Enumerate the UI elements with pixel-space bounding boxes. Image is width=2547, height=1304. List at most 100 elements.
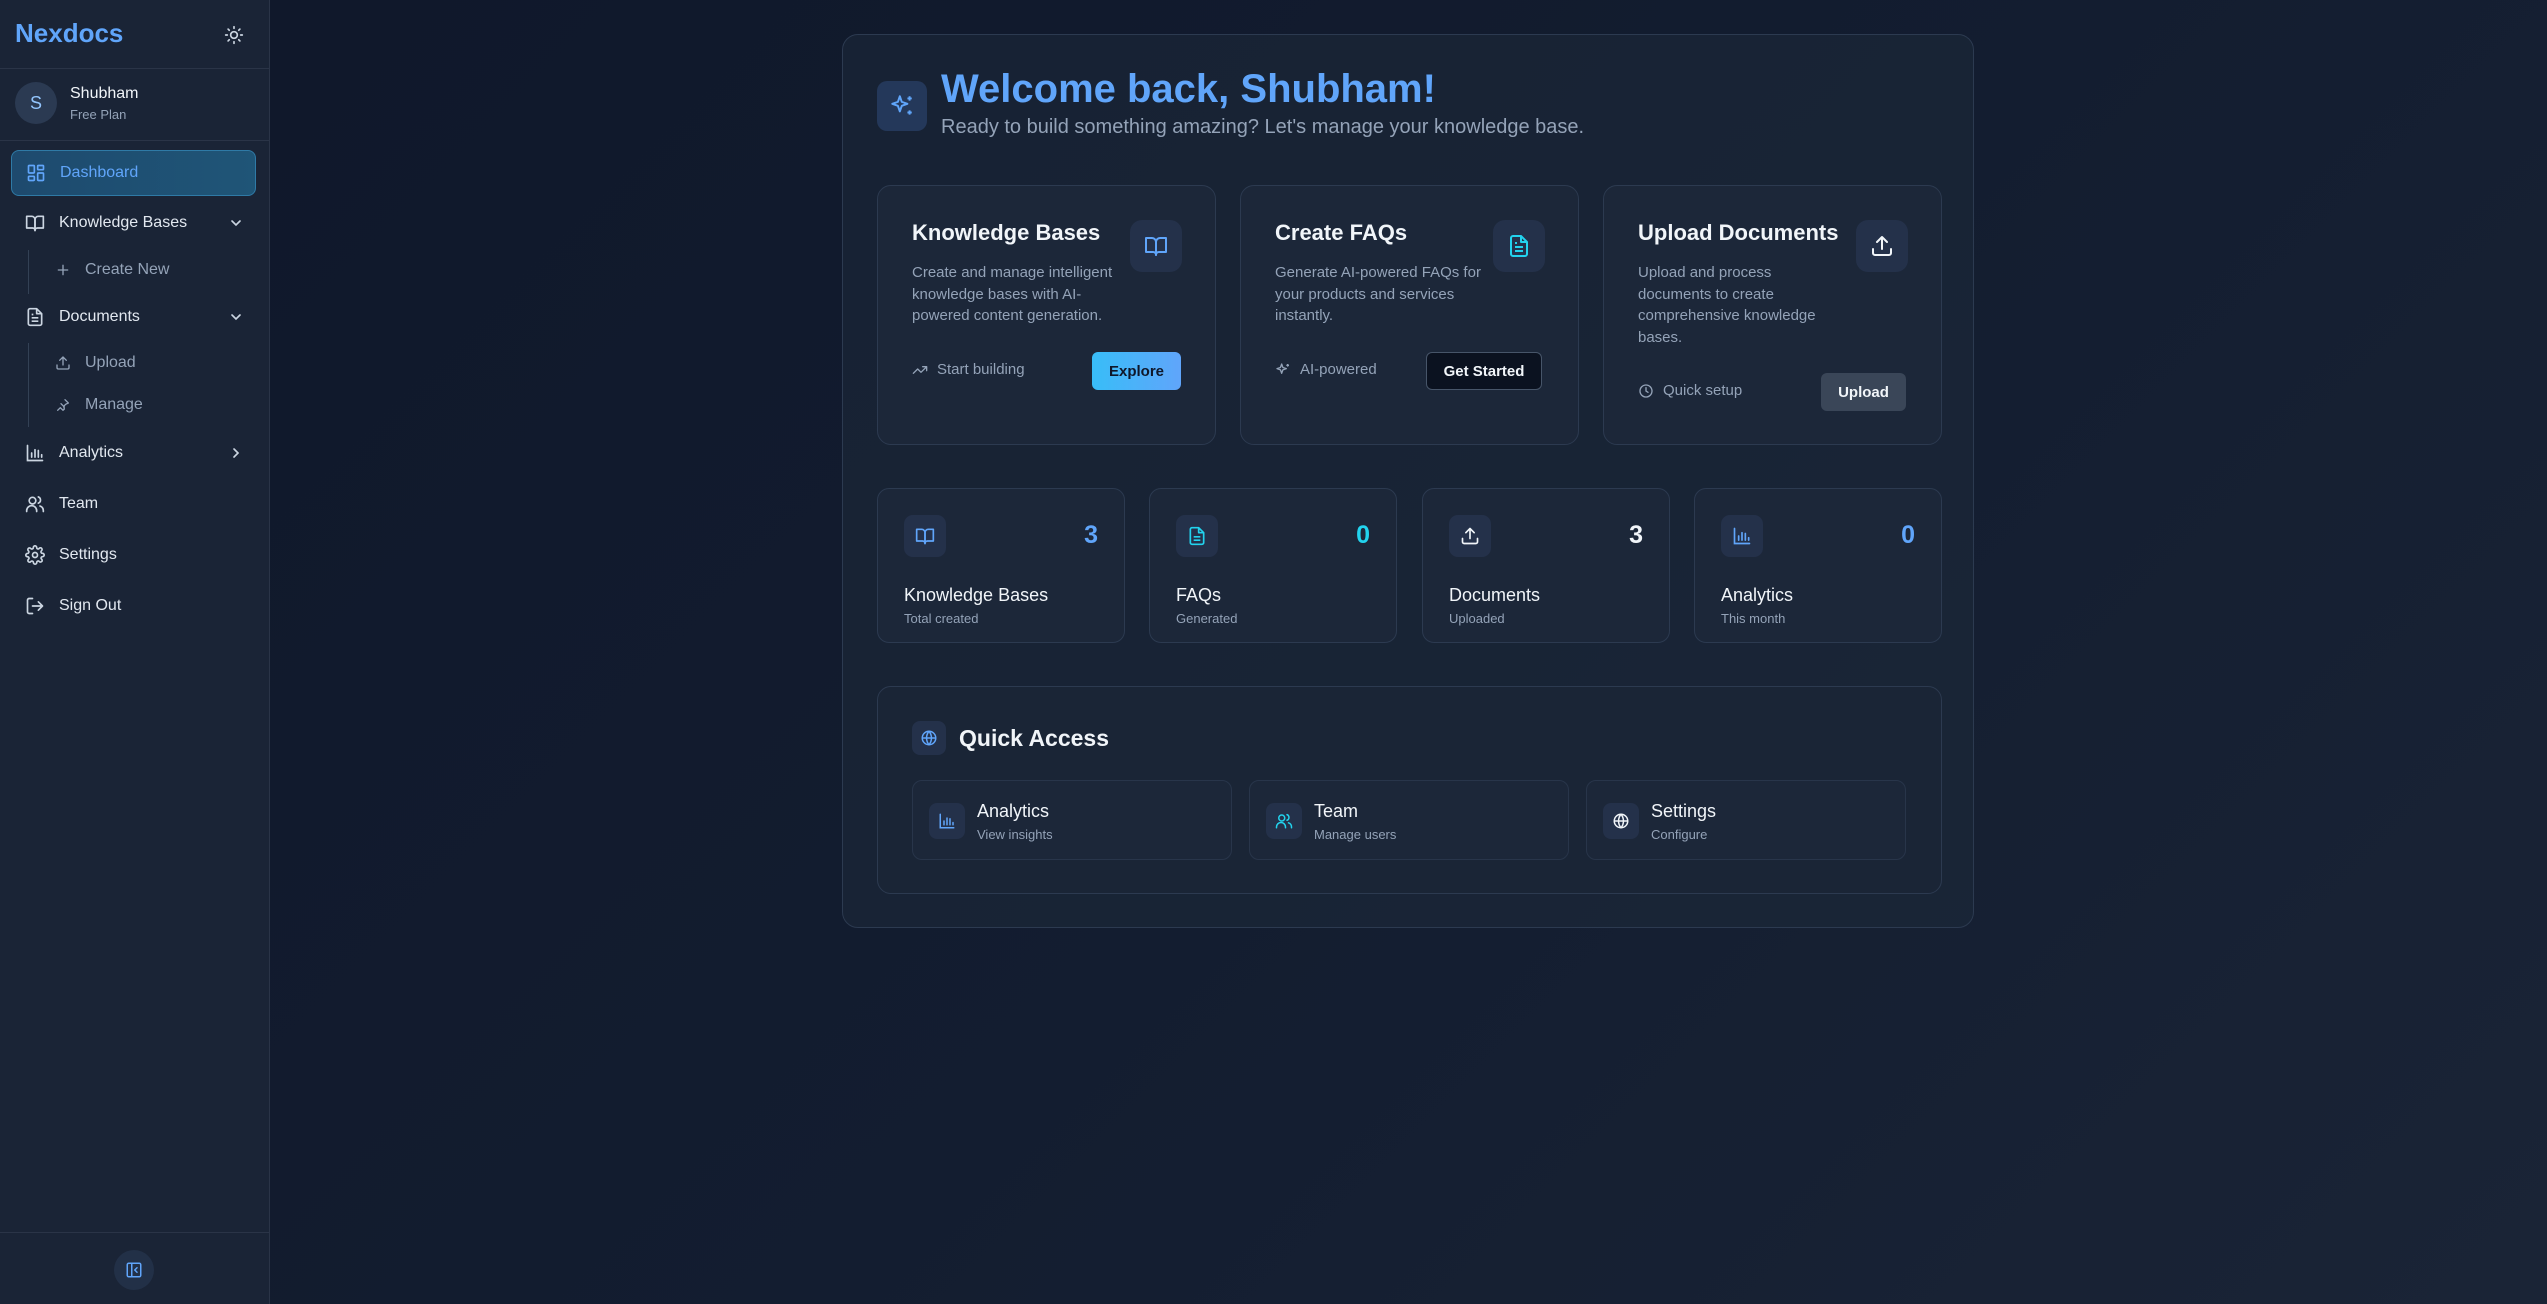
feature-card-title: Create FAQs <box>1275 220 1408 245</box>
theme-toggle-button[interactable] <box>219 20 249 50</box>
globe-icon <box>912 721 946 755</box>
user-profile[interactable]: S Shubham Free Plan <box>15 82 139 124</box>
quick-access-team[interactable]: Team Manage users <box>1249 780 1569 860</box>
stat-value: 3 <box>1084 521 1098 549</box>
stat-sublabel: Generated <box>1176 611 1238 626</box>
stat-card-faqs[interactable]: 0 FAQs Generated <box>1149 488 1397 643</box>
submenu-line <box>28 343 29 427</box>
get-started-button[interactable]: Get Started <box>1426 352 1542 390</box>
sidebar-item-documents[interactable]: Documents <box>11 294 256 340</box>
stat-label: Documents <box>1449 585 1541 605</box>
stat-label: FAQs <box>1176 585 1222 605</box>
sidebar-item-knowledge-bases[interactable]: Knowledge Bases <box>11 200 256 246</box>
stat-label: Analytics <box>1721 585 1794 605</box>
chevron-right-icon <box>228 445 244 461</box>
sparkles-icon <box>877 81 927 131</box>
sidebar-divider <box>0 1232 270 1233</box>
feature-card-title: Knowledge Bases <box>912 220 1101 245</box>
trending-up-icon <box>912 362 928 378</box>
collapse-sidebar-button[interactable] <box>114 1250 154 1290</box>
quick-access-item-subtitle: Configure <box>1651 827 1708 842</box>
upload-button[interactable]: Upload <box>1821 373 1906 411</box>
feature-card-meta-label: AI-powered <box>1300 361 1377 378</box>
feature-card-description: Create and manage intelligent knowledge … <box>912 264 1113 324</box>
user-plan: Free Plan <box>70 106 127 122</box>
book-icon <box>25 213 45 233</box>
dashboard-icon <box>26 163 46 183</box>
gear-icon <box>25 545 45 565</box>
sidebar-subitem-label: Manage <box>85 396 143 413</box>
panel-collapse-icon <box>125 1261 143 1279</box>
sidebar-subitem-create-new[interactable]: Create New <box>55 255 169 285</box>
explore-button[interactable]: Explore <box>1092 352 1181 390</box>
sidebar-item-label: Settings <box>59 546 117 563</box>
file-text-icon <box>1493 220 1545 272</box>
sidebar-item-settings[interactable]: Settings <box>11 532 256 578</box>
dashboard-panel: Welcome back, Shubham! Ready to build so… <box>842 34 1974 928</box>
sidebar-item-label: Knowledge Bases <box>59 214 188 231</box>
users-icon <box>25 494 45 514</box>
pin-icon <box>55 397 71 413</box>
sidebar-item-sign-out[interactable]: Sign Out <box>11 583 256 629</box>
quick-access-analytics[interactable]: Analytics View insights <box>912 780 1232 860</box>
feature-card-description: Upload and process documents to create c… <box>1638 264 1816 346</box>
brand-logo[interactable]: Nexdocs <box>15 18 123 49</box>
globe-icon <box>1603 803 1639 839</box>
page-title: Welcome back, Shubham! <box>941 67 1436 111</box>
bar-chart-icon <box>929 803 965 839</box>
quick-access-item-subtitle: Manage users <box>1314 827 1397 842</box>
feature-card-meta-label: Start building <box>937 361 1025 378</box>
feature-card-knowledge-bases: Knowledge Bases Create and manage intell… <box>877 185 1216 445</box>
quick-access-item-title: Settings <box>1651 801 1717 821</box>
clock-icon <box>1638 383 1654 399</box>
book-icon <box>904 515 946 557</box>
book-icon <box>1130 220 1182 272</box>
feature-card-description: Generate AI-powered FAQs for your produc… <box>1275 264 1481 324</box>
quick-access-settings[interactable]: Settings Configure <box>1586 780 1906 860</box>
stat-card-knowledge-bases[interactable]: 3 Knowledge Bases Total created <box>877 488 1125 643</box>
quick-access-title: Quick Access <box>959 725 1110 751</box>
user-name: Shubham <box>70 84 139 102</box>
feature-card-meta: Start building <box>912 361 1025 378</box>
feature-card-title: Upload Documents <box>1638 220 1839 245</box>
feature-card-create-faqs: Create FAQs Generate AI-powered FAQs for… <box>1240 185 1579 445</box>
stat-value: 0 <box>1356 521 1370 549</box>
quick-access-item-title: Team <box>1314 801 1359 821</box>
sidebar-item-team[interactable]: Team <box>11 481 256 527</box>
sparkles-icon <box>1275 362 1291 378</box>
sidebar-subitem-label: Create New <box>85 261 170 278</box>
page-subtitle: Ready to build something amazing? Let's … <box>941 116 1585 138</box>
chevron-down-icon <box>228 215 244 231</box>
stat-value: 3 <box>1629 521 1643 549</box>
sun-icon <box>224 25 244 45</box>
sidebar: Nexdocs S Shubham Free Plan Dashboard Kn… <box>0 0 270 1304</box>
submenu-line <box>28 250 29 294</box>
stat-card-documents[interactable]: 3 Documents Uploaded <box>1422 488 1670 643</box>
sidebar-item-dashboard[interactable]: Dashboard <box>11 150 256 196</box>
sidebar-divider <box>0 68 270 69</box>
sidebar-item-label: Documents <box>59 308 140 325</box>
upload-icon <box>55 355 71 371</box>
chevron-down-icon <box>228 309 244 325</box>
quick-access-item-title: Analytics <box>977 801 1050 821</box>
feature-card-upload-documents: Upload Documents Upload and process docu… <box>1603 185 1942 445</box>
stat-label: Knowledge Bases <box>904 585 1049 605</box>
feature-card-meta: Quick setup <box>1638 382 1742 399</box>
bar-chart-icon <box>1721 515 1763 557</box>
quick-access-item-subtitle: View insights <box>977 827 1053 842</box>
sidebar-subitem-label: Upload <box>85 354 136 371</box>
sidebar-subitem-upload[interactable]: Upload <box>55 348 136 378</box>
sidebar-item-label: Dashboard <box>60 164 139 181</box>
sidebar-subitem-manage[interactable]: Manage <box>55 390 143 420</box>
stat-sublabel: Total created <box>904 611 979 626</box>
file-text-icon <box>1176 515 1218 557</box>
sidebar-divider <box>0 140 270 141</box>
upload-icon <box>1449 515 1491 557</box>
upload-icon <box>1856 220 1908 272</box>
stat-value: 0 <box>1901 521 1915 549</box>
sidebar-item-analytics[interactable]: Analytics <box>11 430 256 476</box>
stat-sublabel: This month <box>1721 611 1786 626</box>
stat-card-analytics[interactable]: 0 Analytics This month <box>1694 488 1942 643</box>
avatar: S <box>15 82 57 124</box>
sign-out-icon <box>25 596 45 616</box>
